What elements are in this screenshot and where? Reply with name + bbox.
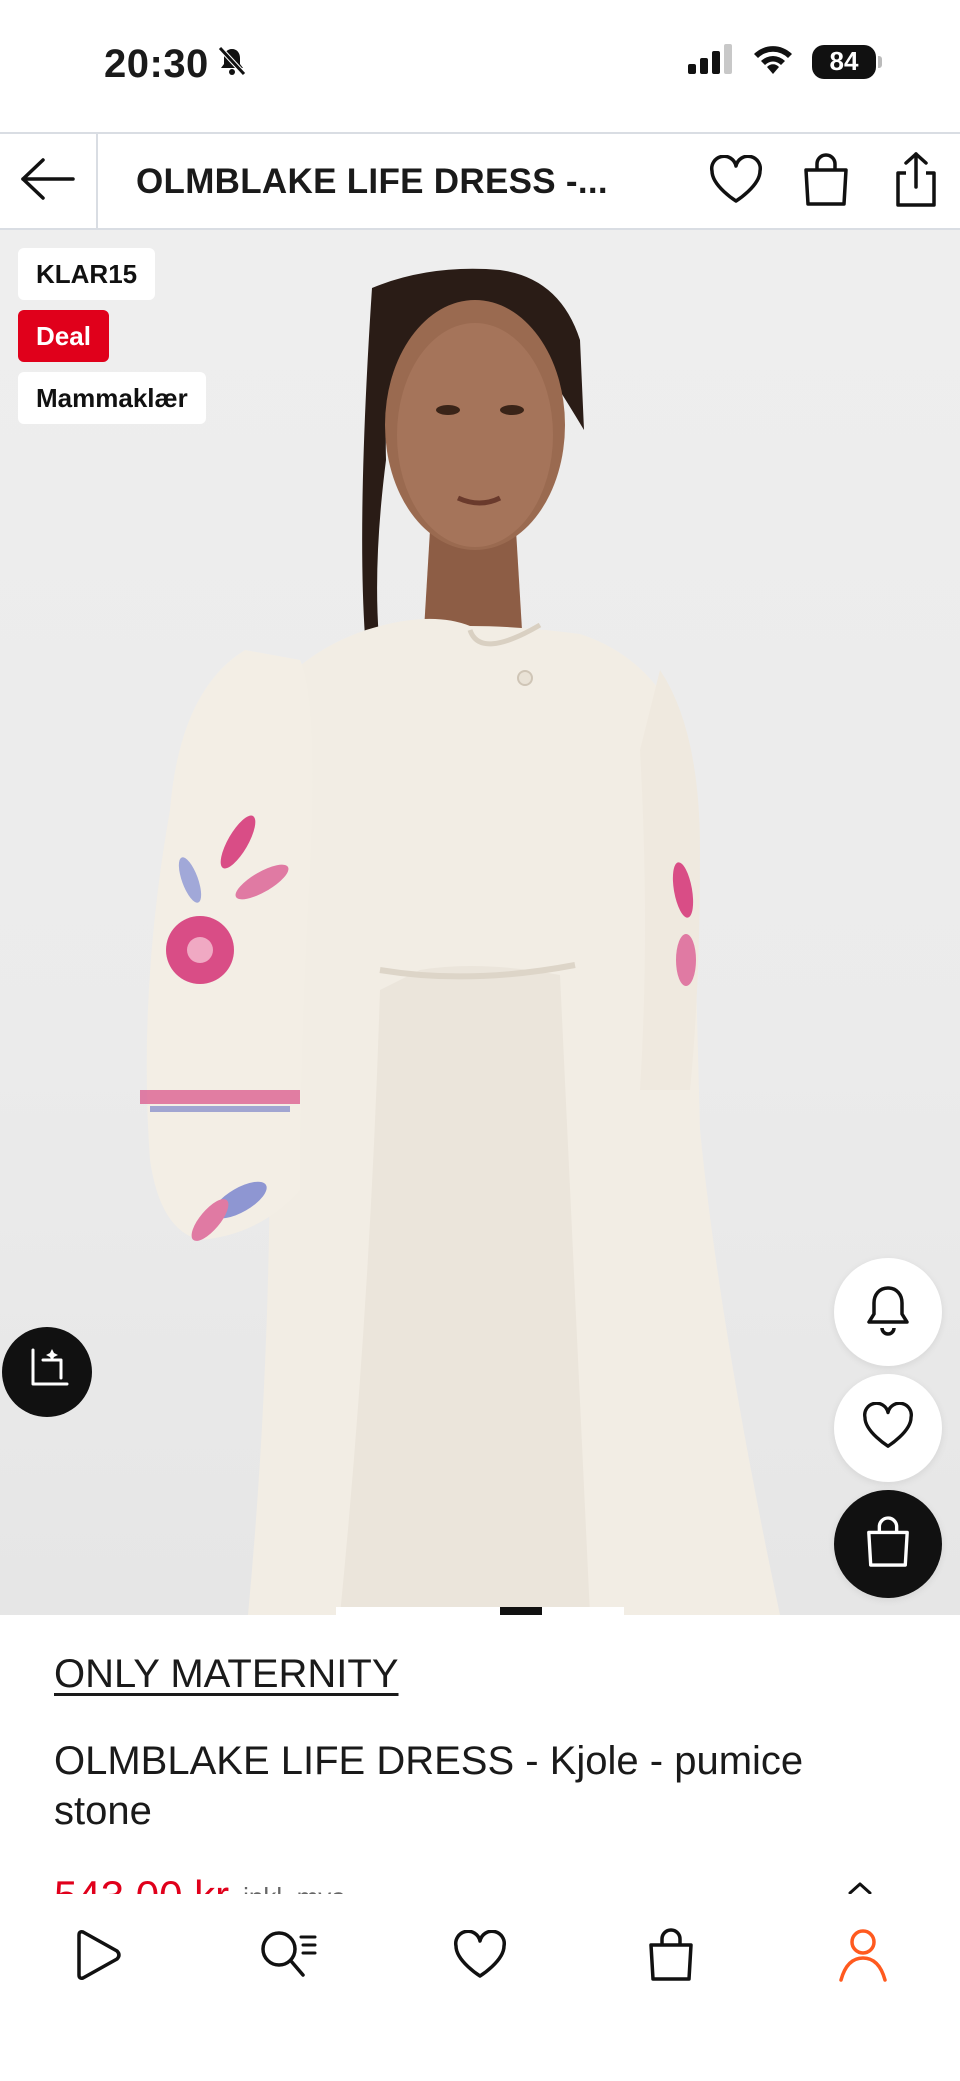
nav-profile[interactable] <box>828 1922 898 1992</box>
notify-button[interactable] <box>834 1258 942 1366</box>
product-name: OLMBLAKE LIFE DRESS - Kjole - pumice sto… <box>54 1739 804 1833</box>
nav-bag[interactable] <box>636 1922 706 1992</box>
user-icon <box>837 1926 889 1989</box>
brand-link[interactable]: ONLY MATERNITY <box>54 1652 399 1697</box>
shopping-bag-icon <box>801 152 851 213</box>
share-icon <box>894 151 938 214</box>
add-to-wishlist-button[interactable] <box>834 1374 942 1482</box>
ai-crop-icon <box>23 1346 71 1399</box>
arrow-left-icon <box>19 156 77 207</box>
product-header: OLMBLAKE LIFE DRESS -... <box>0 132 960 230</box>
status-time: 20:30 <box>104 42 247 87</box>
signal-icon <box>688 44 734 79</box>
nav-discover[interactable] <box>62 1922 132 1992</box>
vat-note: inkl. mva. <box>243 1882 353 1894</box>
play-icon <box>69 1927 125 1988</box>
price-row: 543,00 kr inkl. mva. <box>54 1872 353 1894</box>
share-button[interactable] <box>884 150 948 214</box>
wifi-icon <box>752 44 794 79</box>
deal-badge: Deal <box>18 310 109 362</box>
status-time-text: 20:30 <box>104 42 209 86</box>
product-price: 543,00 kr <box>54 1872 229 1894</box>
product-image-carousel[interactable]: KLAR15 Deal Mammaklær <box>0 230 960 1615</box>
wishlist-button[interactable] <box>704 150 768 214</box>
battery-indicator: 84 <box>812 44 882 79</box>
bell-muted-icon <box>217 42 247 87</box>
search-list-icon <box>257 1927 317 1988</box>
bottom-navigation <box>0 1894 960 2081</box>
shopping-bag-icon <box>646 1927 696 1988</box>
add-to-bag-button[interactable] <box>834 1490 942 1598</box>
product-photo <box>140 268 780 1615</box>
status-indicators: 84 <box>688 44 882 79</box>
carousel-indicator-active <box>500 1607 542 1615</box>
promo-code-badge: KLAR15 <box>18 248 156 300</box>
bag-button[interactable] <box>794 150 858 214</box>
category-badge: Mammaklær <box>18 372 206 424</box>
shopping-bag-icon <box>864 1515 912 1574</box>
header-title: OLMBLAKE LIFE DRESS -... <box>136 162 608 201</box>
carousel-indicator-track <box>336 1607 624 1615</box>
heart-icon <box>708 154 764 210</box>
heart-icon <box>452 1929 508 1985</box>
ai-search-button[interactable] <box>2 1327 92 1417</box>
back-button[interactable] <box>0 134 98 228</box>
status-bar: 20:30 84 <box>0 0 960 132</box>
bell-icon <box>864 1284 912 1341</box>
nav-wishlist[interactable] <box>445 1922 515 1992</box>
nav-search[interactable] <box>252 1922 322 1992</box>
heart-icon <box>861 1401 915 1455</box>
